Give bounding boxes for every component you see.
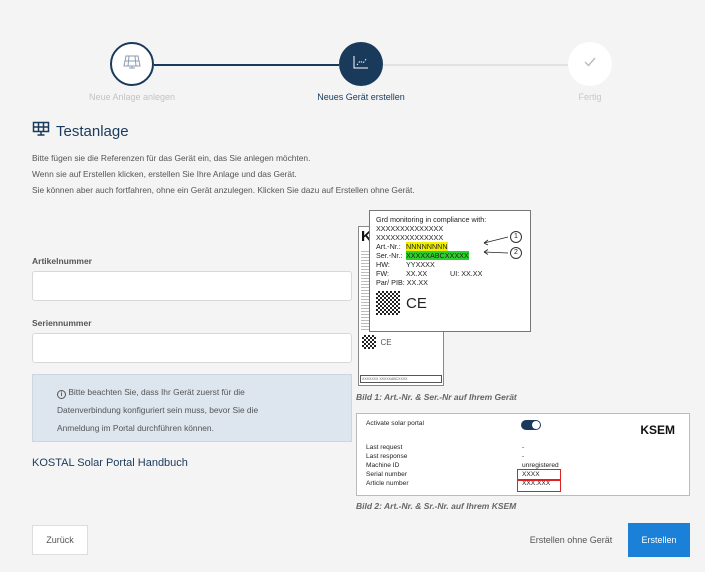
par-value: XX.XX: [406, 278, 428, 287]
caption-1: Bild 1: Art.-Nr. & Ser.-Nr auf Ihrem Ger…: [356, 392, 517, 402]
progress-stepper: Neue Anlage anlegen Neues Gerät erstelle…: [0, 0, 705, 110]
back-ce-mark: CE: [380, 338, 392, 347]
back-button[interactable]: Zurück: [32, 525, 88, 555]
ksem-row-label: Last request: [366, 444, 403, 451]
info-icon: i: [57, 390, 66, 399]
back-qr-code: [362, 335, 376, 349]
intro-line: Wenn sie auf Erstellen klicken, erstelle…: [32, 169, 297, 179]
activate-toggle: [521, 420, 541, 430]
step-connector-1: [154, 64, 339, 66]
ui-value: XX.XX: [461, 269, 483, 278]
caption-2: Bild 2: Art.-Nr. & Sr.-Nr. auf Ihrem KSE…: [356, 501, 517, 511]
serial-number-label: Seriennummer: [32, 318, 92, 328]
article-number-label: Artikelnummer: [32, 256, 92, 266]
step-3-label: Fertig: [578, 92, 602, 102]
ksem-row-value: unregistered: [522, 462, 559, 469]
solar-panel-icon: [32, 121, 50, 141]
checkmark-icon: [583, 55, 597, 73]
device-label-illustration: KO CE XXXXXXX XXXXXABCXXXX Grd monitorin…: [356, 210, 531, 388]
article-number-input[interactable]: [32, 271, 352, 301]
art-label: Art.-Nr.:: [376, 242, 401, 251]
notice-text-line-2: Datenverbindung konfiguriert sein muss, …: [57, 405, 259, 415]
hw-value: YYXXXX: [406, 260, 435, 269]
par-label: Par/ PIB:: [376, 278, 405, 287]
ser-label: Ser.-Nr.:: [376, 251, 403, 260]
step-2-label: Neues Gerät erstellen: [317, 92, 405, 102]
ser-value: XXXXXABCXXXXX: [406, 251, 469, 260]
activate-label: Activate solar portal: [366, 420, 424, 427]
create-without-device-button[interactable]: Erstellen ohne Gerät: [520, 525, 622, 555]
step-3-circle: [568, 42, 612, 86]
ksem-row-label: Machine ID: [366, 462, 400, 469]
ksem-brand: KSEM: [640, 423, 675, 437]
config-notice: i Bitte beachten Sie, dass Ihr Gerät zue…: [32, 374, 352, 442]
step-1-circle: [110, 42, 154, 86]
ksem-row-label: Last response: [366, 453, 408, 460]
page-title-row: Testanlage: [32, 121, 129, 141]
step-1-label: Neue Anlage anlegen: [88, 92, 176, 102]
qr-code: [376, 291, 400, 315]
fw-value: XX.XX: [406, 269, 428, 278]
fw-label: FW:: [376, 269, 390, 278]
ksem-row-label: Article number: [366, 480, 409, 487]
step-connector-2: [383, 64, 568, 66]
ksem-row-value: -: [522, 444, 525, 451]
ksem-screenshot: Activate solar portal KSEM Last request …: [356, 413, 690, 496]
create-button[interactable]: Erstellen: [628, 523, 690, 557]
label-par-row: Par/ PIB: XX.XX: [376, 278, 524, 287]
serial-highlight-box: [517, 469, 561, 480]
notice-line: i Bitte beachten Sie, dass Ihr Gerät zue…: [57, 383, 351, 401]
ksem-row-label: Serial number: [366, 471, 408, 478]
marker-2: 2: [510, 247, 522, 259]
art-value: NNNNNNNN: [406, 242, 448, 251]
handbook-link[interactable]: KOSTAL Solar Portal Handbuch: [32, 457, 188, 469]
label-qr-row: CE: [376, 291, 524, 315]
back-bottom-code: XXXXXXX XXXXXABCXXXX: [360, 375, 442, 383]
ui-label: UI:: [450, 269, 460, 278]
intro-line: Bitte fügen sie die Referenzen für das G…: [32, 153, 311, 163]
ce-mark: CE: [406, 294, 427, 312]
hw-label: HW:: [376, 260, 390, 269]
serial-number-input[interactable]: [32, 333, 352, 363]
chart-icon: [353, 55, 369, 74]
intro-text: Bitte fügen sie die Referenzen für das G…: [32, 150, 415, 198]
notice-text-line-3: Anmeldung im Portal durchführen können.: [57, 423, 214, 433]
marker-1: 1: [510, 231, 522, 243]
label-line: XXXXXXXXXXXXXX: [376, 224, 444, 233]
notice-text-line-1: Bitte beachten Sie, dass Ihr Gerät zuers…: [68, 387, 245, 397]
page-title: Testanlage: [56, 122, 129, 140]
solar-panel-icon: [123, 55, 141, 74]
article-highlight-box: [517, 480, 561, 492]
label-header: Grd monitoring in compliance with:: [376, 215, 487, 224]
intro-line: Sie können aber auch fortfahren, ohne ei…: [32, 185, 415, 195]
front-label-card: Grd monitoring in compliance with: XXXXX…: [369, 210, 531, 332]
ksem-row-value: -: [522, 453, 525, 460]
step-2-circle: [339, 42, 383, 86]
